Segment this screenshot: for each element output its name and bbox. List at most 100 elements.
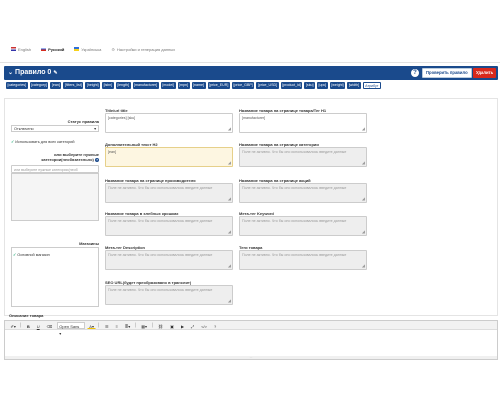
magic-wand-icon[interactable]: ✐▾ <box>8 322 18 329</box>
field-value: Поле не активно. Что бы оно использовало… <box>108 253 213 257</box>
chip[interactable]: [price_GBP] <box>231 82 255 89</box>
resize-handle-icon[interactable]: ◢ <box>228 299 231 303</box>
clear-format-icon[interactable]: ⌫ <box>44 322 55 329</box>
category-list[interactable] <box>11 173 99 221</box>
chip[interactable]: [upc] <box>317 82 328 89</box>
resize-handle-icon[interactable]: ◢ <box>362 127 365 131</box>
seo-url-input[interactable]: Поле не активно. Что бы оно использовало… <box>105 285 233 305</box>
status-select[interactable]: Отключено ▾ <box>11 125 99 132</box>
all-categories-label: Использовать для всех категорий <box>15 140 75 144</box>
divider <box>0 62 500 63</box>
link-icon[interactable]: ⛓ <box>156 322 166 329</box>
paragraph-icon[interactable]: ≣▾ <box>122 322 132 329</box>
lang-tab-english[interactable]: English <box>8 46 34 53</box>
code-view-icon[interactable]: </> <box>199 322 210 329</box>
chip[interactable]: [model] <box>160 82 176 89</box>
text-color-icon[interactable]: A▾ <box>86 322 97 329</box>
chip[interactable]: [category] <box>29 82 49 89</box>
description-editor[interactable]: ✐▾ B U ⌫ Open Sans ▾ A▾ ☰ ≡ ≣▾ ▦▾ ⛓ ▣ ▶ … <box>4 320 498 360</box>
font-select[interactable]: Open Sans ▾ <box>56 321 85 336</box>
editor-resize-grip[interactable]: … <box>5 356 497 359</box>
category-search-input[interactable]: или выберите нужные категории(необ <box>11 165 99 173</box>
toolbar-divider <box>134 322 137 328</box>
lang-tab-label: Русский <box>48 46 65 52</box>
chip[interactable]: [product_id] <box>280 82 303 89</box>
resize-handle-icon[interactable]: ◢ <box>362 264 365 268</box>
meta-keyword-input[interactable]: Поле не активно. Что бы оно использовало… <box>239 216 367 236</box>
chip[interactable]: [isbn] <box>102 82 114 89</box>
chip[interactable]: [price_EUR] <box>207 82 230 89</box>
resize-handle-icon[interactable]: ◢ <box>228 197 231 201</box>
manufacturer-page-name-input[interactable]: Поле не активно. Что бы оно использовало… <box>105 183 233 203</box>
help-icon[interactable]: ? <box>212 322 219 329</box>
chip[interactable]: [manufacturer] <box>132 82 159 89</box>
rule-title-text: Правило 0 <box>15 69 52 76</box>
rule-header: ⌄ Правило 0 ✎ ? Проверить правило Удалит… <box>4 66 498 80</box>
attribute-chip[interactable]: Атрибут <box>362 82 381 89</box>
chip[interactable]: [filters_list] <box>63 82 84 89</box>
placeholder-chips: [categories] [category] [ean] [filters_l… <box>6 82 496 89</box>
meta-description-input[interactable]: Поле не активно. Что бы оно использовало… <box>105 250 233 270</box>
rule-title[interactable]: ⌄ Правило 0 ✎ <box>8 69 58 76</box>
ordered-list-icon[interactable]: ≡ <box>113 322 120 329</box>
h2-text-input[interactable]: [ean] ◢ <box>105 147 233 167</box>
specials-page-name-input[interactable]: Поле не активно. Что бы оно использовало… <box>239 183 367 203</box>
chip[interactable]: [height] <box>85 82 101 89</box>
all-categories-checkbox[interactable]: ✓ Использовать для всех категорий <box>11 139 74 144</box>
resize-handle-icon[interactable]: ◢ <box>228 264 231 268</box>
lang-tab-russian[interactable]: Русский <box>38 46 67 53</box>
resize-handle-icon[interactable]: ◢ <box>362 161 365 165</box>
toolbar-divider <box>20 322 22 328</box>
underline-icon[interactable]: U <box>34 322 42 329</box>
lang-tab-label: English <box>18 46 32 52</box>
breadcrumb-name-input[interactable]: Поле не активно. Что бы оно использовало… <box>105 216 233 236</box>
table-icon[interactable]: ▦▾ <box>139 322 150 329</box>
resize-handle-icon[interactable]: ◢ <box>228 161 231 165</box>
chip[interactable]: [mpn] <box>177 82 190 89</box>
resize-handle-icon[interactable]: ◢ <box>228 127 231 131</box>
tab-settings[interactable]: ⚙ Настройки и генерация данных <box>108 46 178 53</box>
russia-flag-icon <box>41 47 47 51</box>
choose-categories-label-2: категории(необязательно) ? <box>9 157 99 162</box>
lang-tab-label: Настройки и генерация данных <box>116 46 176 52</box>
rule-form-panel: Статус правила Отключено ▾ ✓ Использоват… <box>4 98 498 318</box>
product-tags-input[interactable]: Поле не активно. Что бы оно использовало… <box>239 250 367 270</box>
delete-button[interactable]: Удалить <box>473 68 497 78</box>
stores-label: Магазины <box>79 241 99 246</box>
image-icon[interactable]: ▣ <box>168 322 177 329</box>
chip[interactable]: [categories] <box>6 82 28 89</box>
check-rule-button[interactable]: Проверить правило <box>422 68 472 78</box>
resize-handle-icon[interactable]: ◢ <box>362 197 365 201</box>
default-store-label: Основной магазин <box>17 253 50 257</box>
fullscreen-icon[interactable]: ⤢ <box>189 322 197 329</box>
category-page-name-input[interactable]: Поле не активно. Что бы оно использовало… <box>239 147 367 167</box>
chip[interactable]: [name] <box>191 82 206 89</box>
video-icon[interactable]: ▶ <box>178 322 186 329</box>
title-url-input[interactable]: [categories] [sku] ◢ <box>105 113 233 133</box>
chip[interactable]: [width] <box>347 82 361 89</box>
field-value: Поле не активно. Что бы оно использовало… <box>108 219 213 223</box>
resize-handle-icon[interactable]: ◢ <box>362 230 365 234</box>
chip[interactable]: [length] <box>115 82 131 89</box>
lang-tab-ukrainian[interactable]: Українська <box>71 46 104 53</box>
toolbar-divider <box>151 322 154 328</box>
lang-tab-label: Українська <box>81 46 102 52</box>
unordered-list-icon[interactable]: ☰ <box>102 322 111 329</box>
chip[interactable]: [price_USD] <box>256 82 279 89</box>
field-value: Поле не активно. Что бы оно использовало… <box>242 219 347 223</box>
chip[interactable]: [ean] <box>50 82 62 89</box>
help-icon[interactable]: ? <box>411 69 419 77</box>
status-select-value: Отключено <box>14 126 34 131</box>
chip[interactable]: [sku] <box>304 82 315 89</box>
field-value: Поле не активно. Что бы оно использовало… <box>108 288 213 292</box>
default-store-checkbox[interactable]: ✓ Основной магазин <box>13 252 50 257</box>
info-icon[interactable]: ? <box>95 158 99 162</box>
h1-name-input[interactable]: [manufacturer] ◢ <box>239 113 367 133</box>
chip[interactable]: [weight] <box>329 82 346 89</box>
field-value: Поле не активно. Что бы оно использовало… <box>108 186 213 190</box>
field-value: Поле не активно. Что бы оно использовало… <box>242 253 347 257</box>
edit-icon[interactable]: ✎ <box>53 70 57 76</box>
resize-handle-icon[interactable]: ◢ <box>228 230 231 234</box>
bold-icon[interactable]: B <box>24 322 32 329</box>
checkmark-icon: ✓ <box>11 140 15 144</box>
